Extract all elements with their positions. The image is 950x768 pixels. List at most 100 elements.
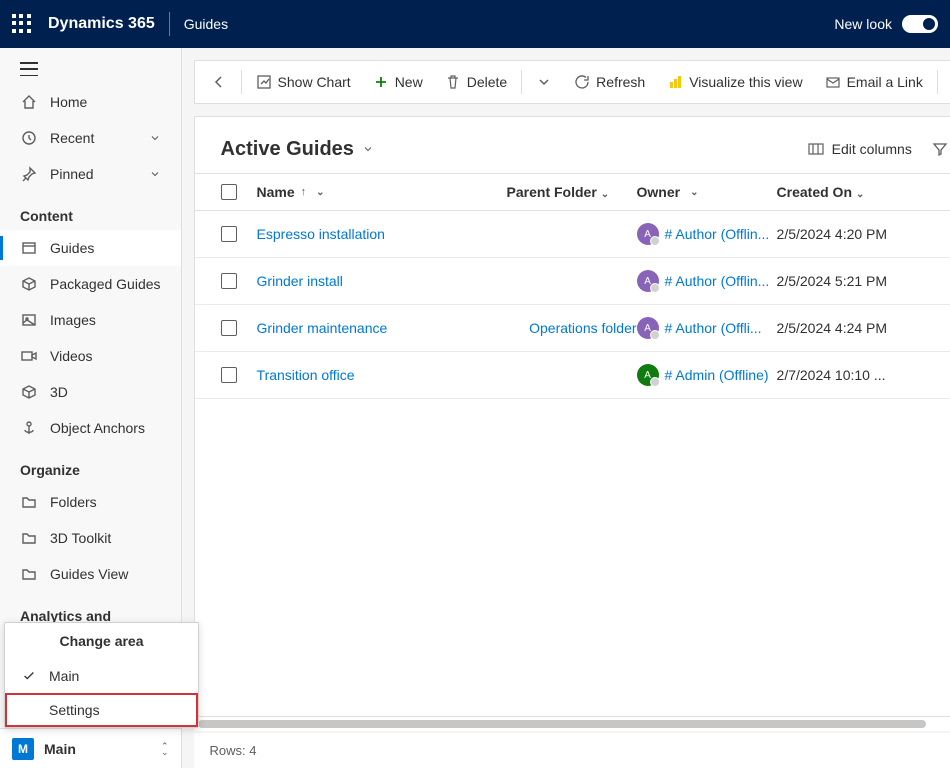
avatar: A xyxy=(637,270,659,292)
plus-icon xyxy=(373,74,389,90)
cube-icon xyxy=(20,383,38,401)
row-checkbox[interactable] xyxy=(221,273,237,289)
chevdown-icon xyxy=(536,74,552,90)
toggle-switch[interactable] xyxy=(902,15,938,33)
parent-link[interactable]: Operations folder xyxy=(507,320,637,336)
columns-icon xyxy=(808,141,824,157)
horizontal-scrollbar[interactable] xyxy=(194,717,950,731)
package-icon xyxy=(20,275,38,293)
owner-link[interactable]: # Author (Offlin... xyxy=(665,273,770,289)
area-switcher[interactable]: M Main ⌃⌄ xyxy=(0,728,181,768)
sidebar-item-pinned[interactable]: Pinned xyxy=(0,156,181,192)
avatar: A xyxy=(637,223,659,245)
row-checkbox[interactable] xyxy=(221,226,237,242)
column-created[interactable]: Created On⌄ xyxy=(777,184,950,200)
trash-icon xyxy=(445,74,461,90)
check-icon xyxy=(21,669,37,683)
area-badge: M xyxy=(12,738,34,760)
powerbi-icon xyxy=(667,74,683,90)
new-button[interactable]: New xyxy=(363,68,433,96)
table-row[interactable]: Transition office A # Admin (Offline) 2/7/2… xyxy=(195,352,950,399)
header-divider xyxy=(169,12,170,36)
sidebar-item-3d[interactable]: 3D xyxy=(0,374,181,410)
top-header: Dynamics 365 Guides New look xyxy=(0,0,950,48)
show-chart-button[interactable]: Show Chart xyxy=(246,68,361,96)
back-button[interactable] xyxy=(201,68,237,96)
subapp-name[interactable]: Guides xyxy=(184,16,228,32)
view-title[interactable]: Active Guides xyxy=(221,138,374,161)
recent-icon xyxy=(20,129,38,147)
sidebar-item-home[interactable]: Home xyxy=(0,84,181,120)
filter-button[interactable] xyxy=(922,135,950,163)
change-area-settings[interactable]: Settings xyxy=(5,693,198,727)
view-title-text: Active Guides xyxy=(221,138,354,161)
chevron-down-icon xyxy=(362,143,374,155)
record-link[interactable]: Espresso installation xyxy=(257,226,385,242)
view-panel: Active Guides Edit columns Name ↑⌄ Paren… xyxy=(194,116,950,717)
sidebar-item-guides-view[interactable]: Guides View xyxy=(0,556,181,592)
sidebar-item-guides[interactable]: Guides xyxy=(0,230,181,266)
created-date: 2/7/2024 10:10 ... xyxy=(777,367,950,383)
column-parent[interactable]: Parent Folder⌄ xyxy=(507,184,637,200)
column-name[interactable]: Name ↑⌄ xyxy=(257,184,507,200)
row-checkbox[interactable] xyxy=(221,367,237,383)
brand-name[interactable]: Dynamics 365 xyxy=(48,15,155,33)
created-date: 2/5/2024 4:20 PM xyxy=(777,226,950,242)
table-row[interactable]: Grinder installA# Author (Offlin...2/5/2… xyxy=(195,258,950,305)
change-area-popup: Change area MainSettings xyxy=(4,622,199,728)
refresh-icon xyxy=(574,74,590,90)
visualize-this-view-button[interactable]: Visualize this view xyxy=(657,68,812,96)
refresh-button[interactable]: Refresh xyxy=(564,68,655,96)
home-icon xyxy=(20,93,38,111)
record-link[interactable]: Grinder install xyxy=(257,273,343,289)
updown-icon: ⌃⌄ xyxy=(161,743,169,755)
chevron-down-icon xyxy=(149,168,161,180)
pin-icon xyxy=(20,165,38,183)
delete-button[interactable]: Delete xyxy=(435,68,517,96)
owner-link[interactable]: # Author (Offlin... xyxy=(665,226,770,242)
change-area-title: Change area xyxy=(5,623,198,659)
command-divider xyxy=(937,70,938,94)
owner-link[interactable]: # Admin (Offline) xyxy=(665,367,769,383)
email-a-link-button[interactable]: Email a Link xyxy=(815,68,933,96)
command-bar: Show ChartNewDelete RefreshVisualize this… xyxy=(194,60,950,104)
table-row[interactable]: Grinder maintenance Operations folderA # A… xyxy=(195,305,950,352)
grid-header-row: Name ↑⌄ Parent Folder⌄ Owner⌄ Created On… xyxy=(195,173,950,211)
chart-icon xyxy=(256,74,272,90)
data-grid: Name ↑⌄ Parent Folder⌄ Owner⌄ Created On… xyxy=(195,173,950,716)
sidebar-item-packaged-guides[interactable]: Packaged Guides xyxy=(0,266,181,302)
created-date: 2/5/2024 4:24 PM xyxy=(777,320,950,336)
image-icon xyxy=(20,311,38,329)
anchor-icon xyxy=(20,419,38,437)
hamburger-button[interactable] xyxy=(0,48,181,84)
sidebar-item-recent[interactable]: Recent xyxy=(0,120,181,156)
select-all-checkbox[interactable] xyxy=(221,184,237,200)
folder-icon xyxy=(20,493,38,511)
column-owner[interactable]: Owner⌄ xyxy=(637,184,777,200)
new-look-toggle[interactable]: New look xyxy=(834,15,938,33)
record-link[interactable]: Grinder maintenance xyxy=(257,320,388,336)
more-button[interactable] xyxy=(526,68,562,96)
avatar: A xyxy=(637,317,659,339)
folder-icon xyxy=(20,565,38,583)
table-row[interactable]: Espresso installation A # Author (Offlin..… xyxy=(195,211,950,258)
area-name: Main xyxy=(44,741,151,757)
waffle-icon[interactable] xyxy=(12,14,32,34)
sidebar-item-images[interactable]: Images xyxy=(0,302,181,338)
record-link[interactable]: Transition office xyxy=(257,367,355,383)
avatar: A xyxy=(637,364,659,386)
sidebar-item-object-anchors[interactable]: Object Anchors xyxy=(0,410,181,446)
edit-columns-button[interactable]: Edit columns xyxy=(798,135,922,163)
main-pane: Show ChartNewDelete RefreshVisualize this… xyxy=(182,48,950,768)
row-checkbox[interactable] xyxy=(221,320,237,336)
back-icon xyxy=(211,74,227,90)
owner-link[interactable]: # Author (Offli... xyxy=(665,320,762,336)
sidebar: HomeRecentPinned ContentGuidesPackaged G… xyxy=(0,48,182,768)
video-icon xyxy=(20,347,38,365)
sidebar-item-3d-toolkit[interactable]: 3D Toolkit xyxy=(0,520,181,556)
more-button[interactable] xyxy=(942,68,950,96)
sidebar-item-videos[interactable]: Videos xyxy=(0,338,181,374)
change-area-main[interactable]: Main xyxy=(5,659,198,693)
section-organize: Organize xyxy=(0,446,181,484)
sidebar-item-folders[interactable]: Folders xyxy=(0,484,181,520)
